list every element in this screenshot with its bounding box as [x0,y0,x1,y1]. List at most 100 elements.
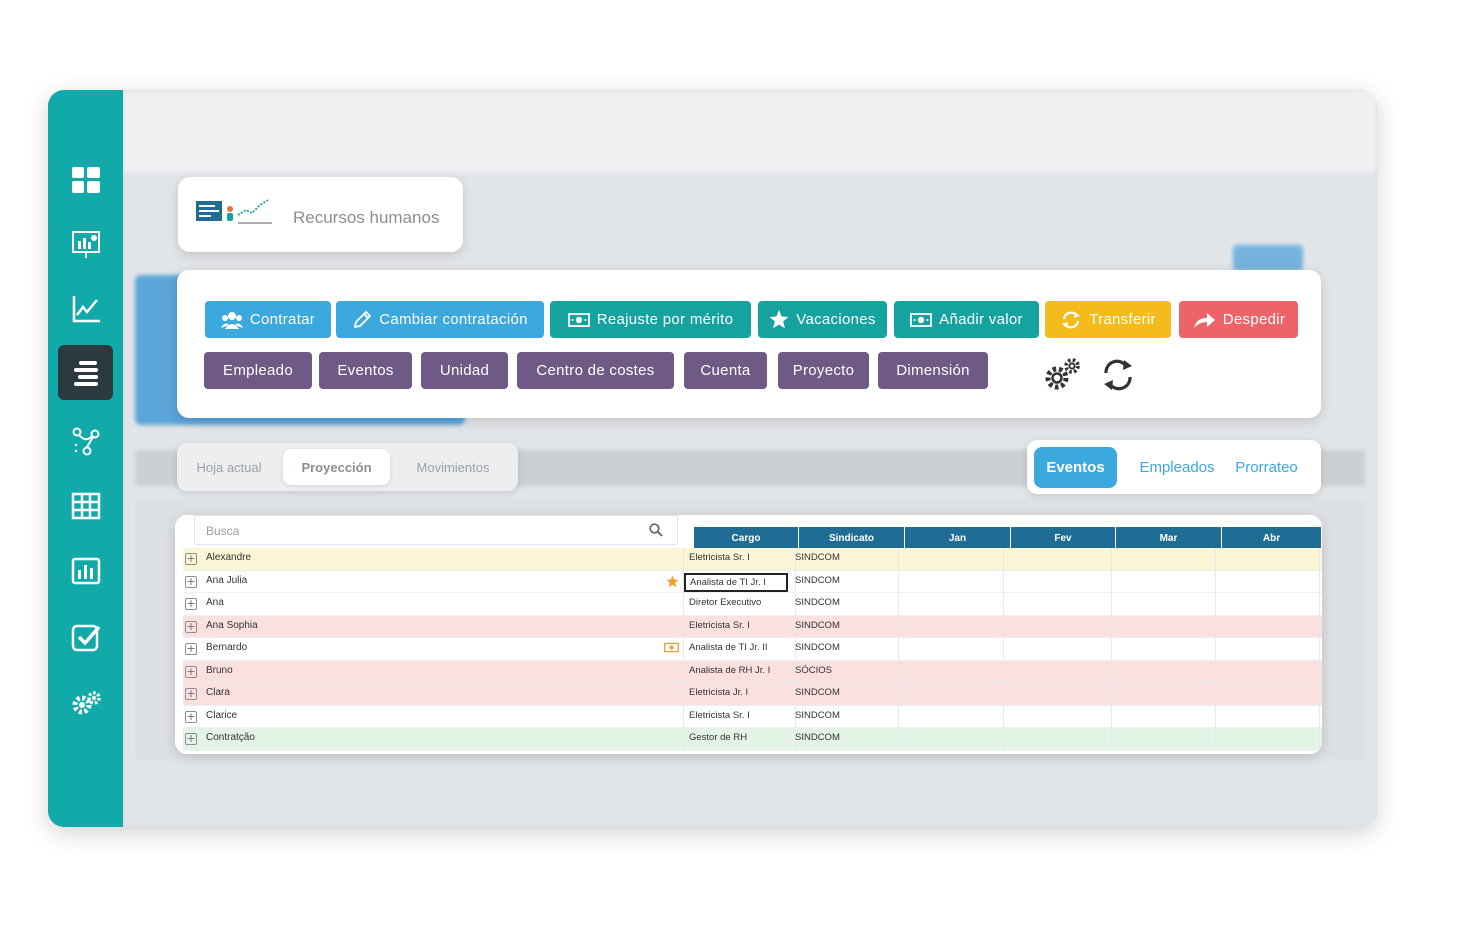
tab-empleados[interactable]: Empleados [1131,447,1223,488]
transferir-button[interactable]: Transferir [1045,301,1171,338]
view-tabs: Hoja actual Proyección Movimientos [177,443,518,491]
expand-icon[interactable]: + [185,620,197,633]
cargo-cell[interactable]: Gestor de RH [689,732,747,743]
grid-divider [1215,705,1216,727]
reajuste-merito-button[interactable]: Reajuste por mérito [550,301,751,338]
cambiar-contratacion-button[interactable]: Cambiar contratación [336,301,544,338]
checklist-icon[interactable] [58,609,113,664]
column-header-jan[interactable]: Jan [905,527,1011,549]
cargo-cell[interactable]: Eletricista Sr. I [689,620,750,631]
cambiar-contratacion-label: Cambiar contratación [379,311,528,328]
column-header-mar[interactable]: Mar [1116,527,1222,549]
column-header-sindicato[interactable]: Sindicato [799,527,905,549]
share-arrow-icon [1193,312,1215,328]
table-row[interactable]: + Alexandre Eletricista Sr. I SINDCOM [183,548,1322,571]
flow-icon[interactable] [58,413,113,468]
table-row[interactable]: + Clarice Eletricista Sr. I SINDCOM [183,705,1322,728]
dashboard-icon[interactable] [58,152,113,207]
despedir-label: Despedir [1222,311,1286,328]
line-chart-icon[interactable] [58,281,113,336]
grid-divider [1003,638,1004,660]
cargo-cell[interactable]: Analista de TI Jr. I [684,572,788,592]
proyecto-button[interactable]: Proyecto [778,352,869,389]
table-row[interactable]: + Clara Eletricista Jr. I SINDCOM [183,683,1322,706]
table-row[interactable]: + Ana Sophia Eletricista Sr. I SINDCOM [183,615,1322,638]
expand-icon[interactable]: + [185,643,197,655]
unidad-button[interactable]: Unidad [421,352,508,389]
contratar-button[interactable]: Contratar [205,301,331,338]
sindicato-cell[interactable]: SÓCIOS [795,665,832,676]
cargo-cell[interactable]: Eletricista Jr. I [689,687,748,698]
reajuste-merito-label: Reajuste por mérito [596,311,734,328]
search-input[interactable]: Busca [194,515,678,545]
grid-divider [683,683,684,705]
star-icon [769,310,789,329]
sindicato-cell[interactable]: SINDCOM [795,552,840,563]
despedir-button[interactable]: Despedir [1179,301,1298,338]
tab-hoja-actual[interactable]: Hoja actual [183,449,275,485]
grid-divider [1215,570,1216,592]
settings-gears-icon[interactable] [1043,356,1083,392]
search-icon[interactable] [649,523,663,537]
money-icon [664,642,679,653]
cuenta-button[interactable]: Cuenta [684,352,767,389]
settings-gears-icon[interactable] [58,675,113,730]
grid-divider [1003,593,1004,615]
table-icon[interactable] [58,478,113,533]
vacaciones-label: Vacaciones [796,311,876,328]
sindicato-cell[interactable]: SINDCOM [795,732,840,743]
column-header-abr[interactable]: Abr [1222,527,1322,549]
column-header-cargo[interactable]: Cargo [694,527,799,549]
empleado-button[interactable]: Empleado [204,352,312,389]
grid-divider [1319,705,1320,727]
cargo-cell[interactable]: Diretor Executivo [689,597,761,608]
cargo-cell[interactable]: Eletricista Sr. I [689,552,750,563]
sindicato-cell[interactable]: SINDCOM [795,710,840,721]
anadir-valor-button[interactable]: Añadir valor [894,301,1039,338]
cargo-cell[interactable]: Analista de RH Jr. I [689,665,770,676]
grid-mode-tabs: Eventos Empleados Prorrateo [1027,440,1321,494]
employee-name: Ana Julia [206,574,248,586]
expand-icon[interactable]: + [185,665,197,678]
expand-icon[interactable]: + [185,575,197,588]
hr-list-icon[interactable] [58,345,113,400]
sindicato-cell[interactable]: SINDCOM [795,620,840,631]
grid-divider [1111,548,1112,570]
expand-icon[interactable]: + [185,688,197,700]
presentation-chart-icon[interactable] [58,216,113,271]
table-row[interactable]: + Bernardo Analista de TI Jr. II SINDCOM [183,638,1322,661]
grid-divider [1003,728,1004,750]
grid-divider [898,570,899,592]
expand-icon[interactable]: + [185,553,197,565]
sindicato-cell[interactable]: SINDCOM [795,597,840,608]
table-row[interactable]: + Ana Julia Analista de TI Jr. I SINDCOM [183,570,1322,593]
grid-divider [1319,660,1320,682]
expand-icon[interactable]: + [185,598,197,610]
sindicato-cell[interactable]: SINDCOM [795,642,840,653]
sindicato-cell[interactable]: SINDCOM [795,575,840,586]
expand-icon[interactable]: + [185,710,197,723]
grid-divider [1215,615,1216,637]
bar-report-icon[interactable] [58,543,113,598]
vacaciones-button[interactable]: Vacaciones [758,301,887,338]
grid-divider [1319,593,1320,615]
grid-divider [898,705,899,727]
table-row[interactable]: + Ana Diretor Executivo SINDCOM [183,593,1322,616]
tab-proyeccion[interactable]: Proyección [283,449,390,485]
cargo-cell[interactable]: Eletricista Sr. I [689,710,750,721]
column-header-fev[interactable]: Fev [1011,527,1116,549]
table-row[interactable]: + Bruno Analista de RH Jr. I SÓCIOS [183,660,1322,683]
eventos-button[interactable]: Eventos [319,352,412,389]
expand-icon[interactable]: + [185,733,197,745]
tab-movimientos[interactable]: Movimientos [399,449,507,485]
grid-divider [1215,548,1216,570]
grid-divider [683,660,684,682]
tab-eventos[interactable]: Eventos [1034,447,1117,488]
cargo-cell[interactable]: Analista de TI Jr. II [689,642,768,653]
sindicato-cell[interactable]: SINDCOM [795,687,840,698]
refresh-icon[interactable] [1100,358,1136,392]
dimension-button[interactable]: Dimensión [878,352,988,389]
centro-costes-button[interactable]: Centro de costes [517,352,674,389]
table-row[interactable]: + Contratção Gestor de RH SINDCOM [183,728,1322,751]
tab-prorrateo[interactable]: Prorrateo [1228,447,1305,488]
